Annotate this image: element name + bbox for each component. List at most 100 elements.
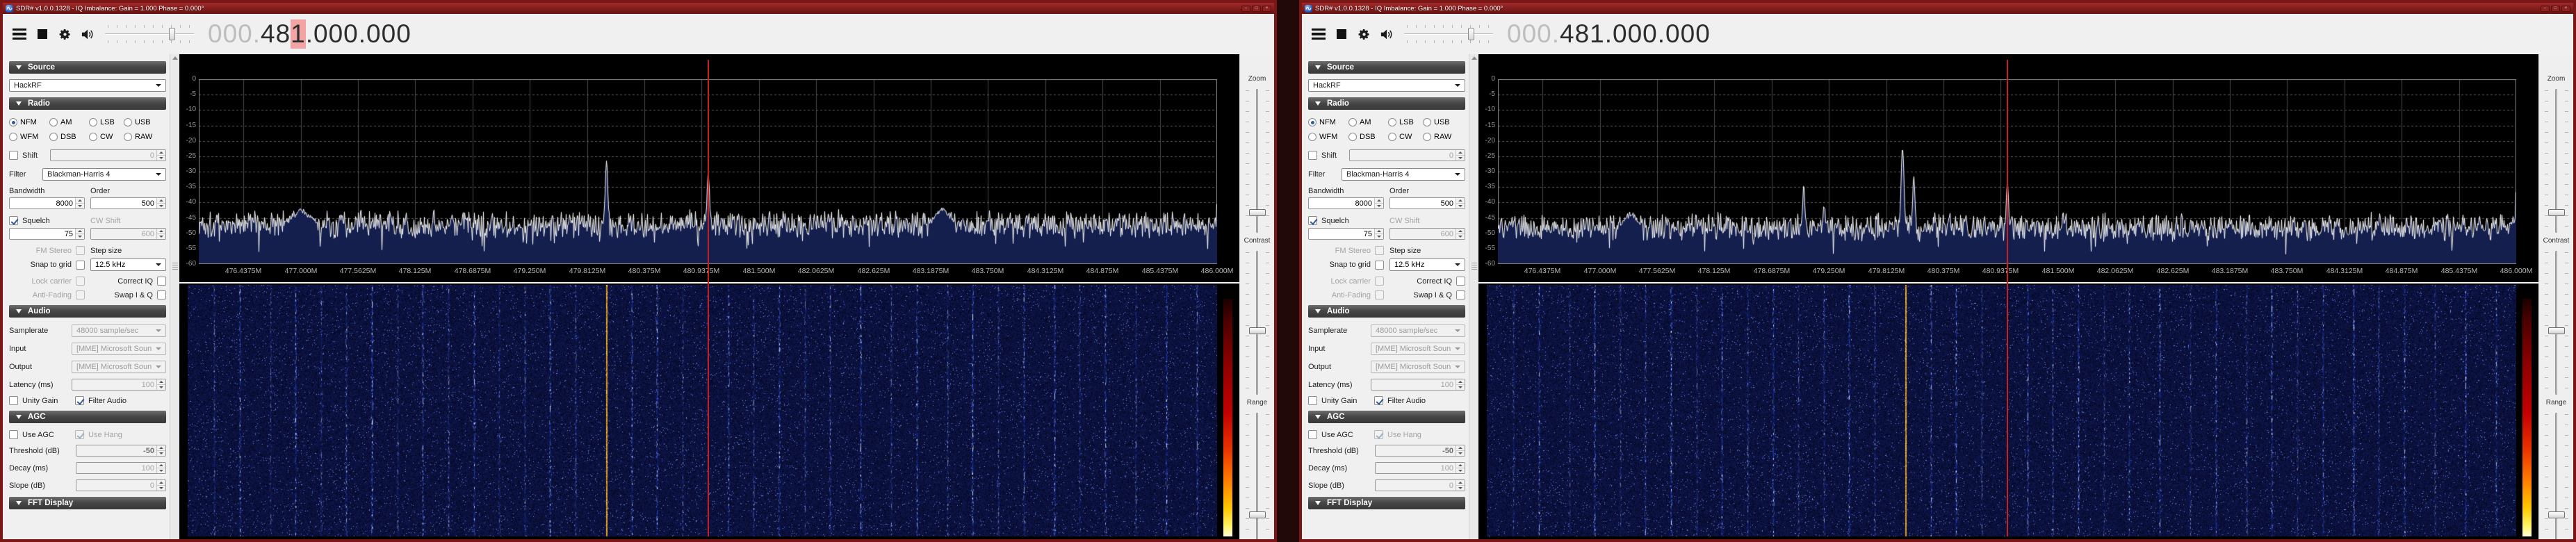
spin-down-icon[interactable]	[76, 234, 84, 239]
sidebar-scrollbar[interactable]	[1469, 54, 1478, 539]
spin-up-icon[interactable]	[1456, 150, 1465, 156]
spin-up-icon[interactable]	[1375, 229, 1383, 234]
mode-radio-dsb[interactable]: DSB	[1348, 133, 1388, 141]
volume-slider-thumb[interactable]	[169, 28, 175, 40]
mode-radio-wfm[interactable]: WFM	[1308, 133, 1348, 141]
speaker-icon[interactable]	[81, 28, 95, 40]
audio-panel-header[interactable]: Audio	[1308, 305, 1465, 318]
close-button[interactable]: ×	[2561, 6, 2570, 12]
mode-radio-usb[interactable]: USB	[124, 118, 162, 126]
spin-down-icon[interactable]	[1375, 234, 1383, 239]
agc-panel-header[interactable]: AGC	[9, 411, 166, 423]
radio-button-icon[interactable]	[1388, 133, 1396, 141]
filter-dropdown[interactable]: Blackman-Harris 4	[42, 168, 166, 181]
fft-display-panel-header[interactable]: FFT Display	[9, 497, 166, 509]
spin-down-icon[interactable]	[1456, 204, 1465, 208]
contrast-slider[interactable]: Contrast	[1240, 237, 1274, 399]
speaker-icon[interactable]	[1380, 28, 1394, 40]
maximize-button[interactable]: □	[2551, 6, 2560, 12]
zoom-slider-thumb[interactable]	[1249, 209, 1266, 216]
mode-radio-raw[interactable]: RAW	[1423, 133, 1461, 141]
squelch-spinner[interactable]: 75	[1308, 228, 1384, 240]
use-agc-checkbox[interactable]	[9, 430, 18, 439]
correct-iq-checkbox[interactable]	[157, 277, 166, 286]
order-spinner[interactable]: 500	[1389, 197, 1465, 209]
radio-button-icon[interactable]	[1388, 118, 1396, 126]
waterfall-canvas[interactable]	[1487, 285, 2516, 536]
spin-down-icon[interactable]	[1456, 234, 1465, 239]
sidebar-scrollbar[interactable]	[170, 54, 179, 539]
filter-audio-checkbox[interactable]	[75, 396, 84, 405]
correct-iq-checkbox[interactable]	[1456, 277, 1465, 286]
swap-iq-checkbox[interactable]	[1456, 290, 1465, 299]
radio-button-icon[interactable]	[1423, 118, 1431, 126]
cw-shift-spinner[interactable]: 600	[90, 228, 166, 240]
range-slider-thumb[interactable]	[2548, 511, 2565, 518]
spin-down-icon[interactable]	[1456, 156, 1465, 161]
spin-down-icon[interactable]	[1375, 204, 1383, 208]
spin-down-icon[interactable]	[157, 234, 165, 239]
step-size-dropdown[interactable]: 12.5 kHz	[1389, 258, 1465, 271]
spin-up-icon[interactable]	[1375, 198, 1383, 204]
minimize-button[interactable]: –	[2541, 6, 2550, 12]
squelch-checkbox[interactable]	[9, 216, 18, 225]
snap-to-grid-checkbox[interactable]	[1375, 261, 1384, 270]
agc-panel-header[interactable]: AGC	[1308, 411, 1465, 423]
tuning-line[interactable]	[2007, 60, 2008, 536]
scroll-up-icon[interactable]	[172, 56, 178, 60]
contrast-slider-thumb[interactable]	[1249, 327, 1266, 334]
gear-icon[interactable]	[1358, 28, 1371, 41]
unity-gain-checkbox[interactable]	[9, 396, 18, 405]
slider-track[interactable]	[2555, 413, 2557, 539]
radio-button-icon[interactable]	[1423, 133, 1431, 141]
spin-down-icon[interactable]	[157, 204, 165, 208]
mode-radio-usb[interactable]: USB	[1423, 118, 1461, 126]
range-slider[interactable]: Range	[1240, 399, 1274, 539]
stop-button[interactable]	[38, 29, 47, 39]
shift-checkbox[interactable]	[9, 151, 18, 160]
filter-audio-checkbox[interactable]	[1374, 396, 1383, 405]
radio-panel-header[interactable]: Radio	[9, 97, 166, 110]
radio-button-icon[interactable]	[9, 118, 17, 126]
squelch-spinner[interactable]: 75	[9, 228, 85, 240]
spectrum-waterfall-divider[interactable]	[1478, 282, 2538, 284]
volume-slider-thumb[interactable]	[1468, 28, 1474, 40]
audio-panel-header[interactable]: Audio	[9, 305, 166, 318]
waterfall-canvas[interactable]	[188, 285, 1217, 536]
menu-icon[interactable]	[13, 28, 26, 40]
squelch-checkbox[interactable]	[1308, 216, 1317, 225]
mode-radio-nfm[interactable]: NFM	[9, 118, 49, 126]
cw-shift-spinner[interactable]: 600	[1389, 228, 1465, 240]
spin-up-icon[interactable]	[157, 198, 165, 204]
spin-up-icon[interactable]	[76, 229, 84, 234]
mode-radio-raw[interactable]: RAW	[124, 133, 162, 141]
zoom-slider[interactable]: Zoom	[1240, 75, 1274, 237]
slider-track[interactable]	[1256, 413, 1258, 539]
radio-panel-header[interactable]: Radio	[1308, 97, 1465, 110]
menu-icon[interactable]	[1312, 28, 1326, 40]
maximize-button[interactable]: □	[1252, 6, 1261, 12]
radio-button-icon[interactable]	[1348, 118, 1357, 126]
splitter-grip-icon[interactable]	[172, 263, 178, 270]
stop-button[interactable]	[1337, 29, 1346, 39]
spin-down-icon[interactable]	[76, 204, 84, 208]
spin-up-icon[interactable]	[1456, 198, 1465, 204]
use-agc-checkbox[interactable]	[1308, 430, 1317, 439]
mode-radio-cw[interactable]: CW	[89, 133, 124, 141]
shift-spinner[interactable]: 0	[1349, 149, 1465, 161]
contrast-slider[interactable]: Contrast	[2539, 237, 2573, 399]
mode-radio-am[interactable]: AM	[1348, 118, 1388, 126]
bandwidth-spinner[interactable]: 8000	[9, 197, 85, 209]
mode-radio-cw[interactable]: CW	[1388, 133, 1423, 141]
swap-iq-checkbox[interactable]	[157, 290, 166, 299]
volume-slider[interactable]	[105, 22, 194, 46]
radio-button-icon[interactable]	[49, 118, 58, 126]
frequency-display[interactable]: 000.481.000.000	[208, 19, 411, 49]
slider-track[interactable]	[1256, 251, 1258, 395]
spin-up-icon[interactable]	[76, 198, 84, 204]
filter-dropdown[interactable]: Blackman-Harris 4	[1342, 168, 1465, 181]
splitter-grip-icon[interactable]	[1472, 263, 1477, 270]
radio-button-icon[interactable]	[1308, 133, 1316, 141]
mode-radio-nfm[interactable]: NFM	[1308, 118, 1348, 126]
spectrum-waterfall-divider[interactable]	[179, 282, 1239, 284]
